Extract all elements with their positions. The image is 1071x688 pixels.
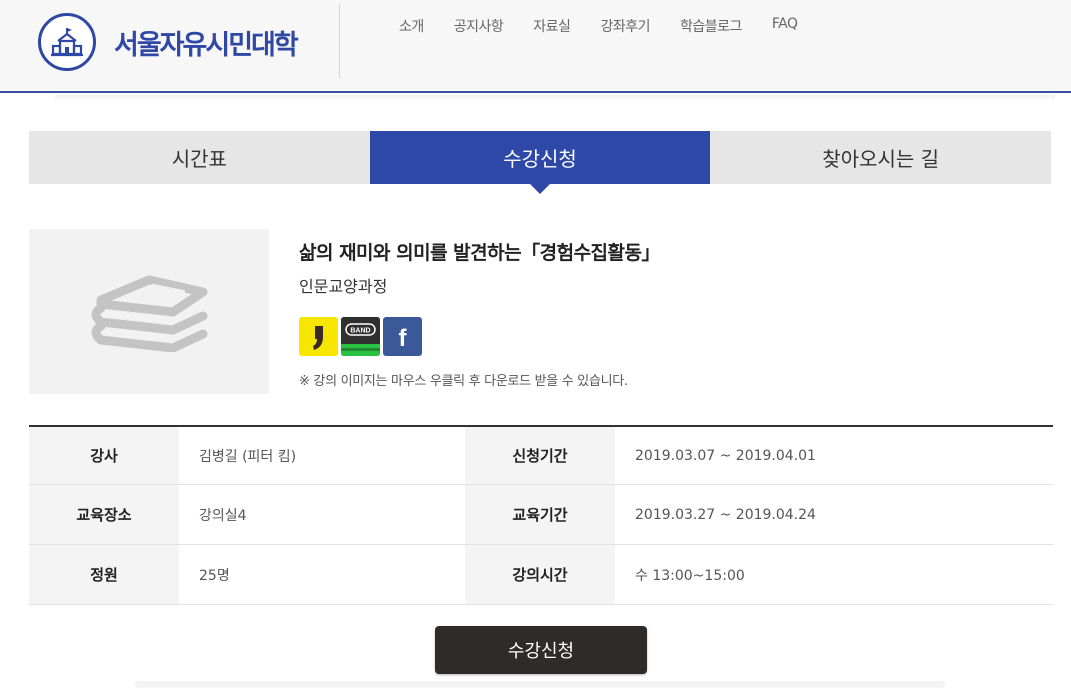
location-label: 교육장소	[29, 485, 179, 544]
location-value: 강의실4	[199, 507, 247, 524]
band-label: BAND	[350, 328, 370, 335]
share-buttons: BAND f	[299, 317, 425, 356]
course-tabs: 시간표 수강신청 찾아오시는 길	[29, 131, 1052, 194]
nav-item-resources[interactable]: 자료실	[533, 16, 571, 36]
footer-shadow	[135, 681, 945, 688]
tab-timetable[interactable]: 시간표	[29, 131, 370, 184]
capacity-value: 25명	[199, 567, 230, 584]
nav-item-blog[interactable]: 학습블로그	[680, 16, 742, 36]
facebook-share-button[interactable]: f	[383, 317, 422, 356]
header-shadow	[55, 95, 1055, 101]
school-building-icon	[38, 13, 96, 71]
books-icon	[91, 275, 208, 352]
course-title: 삶의 재미와 의미를 발견하는「경험수집활동」	[299, 242, 661, 264]
logo-text: 서울자유시민대학	[114, 29, 299, 61]
course-category: 인문교양과정	[299, 277, 388, 296]
band-share-button[interactable]: BAND	[341, 317, 380, 356]
band-icon: BAND	[341, 317, 380, 356]
application-period-value: 2019.03.07 ~ 2019.04.01	[635, 447, 816, 464]
header-divider	[339, 4, 340, 78]
course-thumbnail	[29, 229, 269, 394]
instructor-label: 강사	[29, 427, 179, 484]
education-period-label: 교육기간	[465, 485, 615, 544]
nav-item-about[interactable]: 소개	[399, 16, 424, 36]
image-download-notice: ※ 강의 이미지는 마우스 우클릭 후 다운로드 받을 수 있습니다.	[299, 374, 628, 389]
instructor-value: 김병길 (피터 킴)	[199, 448, 297, 465]
nav-item-reviews[interactable]: 강좌후기	[600, 16, 650, 36]
kakao-story-icon	[313, 326, 323, 350]
facebook-icon: f	[398, 324, 407, 352]
tab-registration[interactable]: 수강신청	[369, 131, 711, 194]
table-row: 정원 25명 강의시간 수 13:00~15:00	[29, 545, 1053, 605]
class-time-label: 강의시간	[465, 545, 615, 604]
site-header: 서울자유시민대학 소개 공지사항 자료실 강좌후기 학습블로그 FAQ	[0, 0, 1071, 93]
nav-item-notice[interactable]: 공지사항	[454, 16, 504, 36]
tab-directions[interactable]: 찾아오시는 길	[710, 131, 1052, 184]
nav-item-faq[interactable]: FAQ	[772, 16, 798, 36]
application-period-label: 신청기간	[465, 427, 615, 484]
capacity-label: 정원	[29, 545, 179, 604]
table-row: 교육장소 강의실4 교육기간 2019.03.27 ~ 2019.04.24	[29, 485, 1053, 545]
register-button[interactable]: 수강신청	[435, 626, 647, 674]
course-info-table: 강사 김병길 (피터 킴) 신청기간 2019.03.07 ~ 2019.04.…	[29, 425, 1053, 605]
site-logo[interactable]: 서울자유시민대학	[38, 13, 299, 71]
kakao-story-share-button[interactable]	[299, 317, 338, 356]
table-row: 강사 김병길 (피터 킴) 신청기간 2019.03.07 ~ 2019.04.…	[29, 425, 1053, 485]
education-period-value: 2019.03.27 ~ 2019.04.24	[635, 506, 816, 523]
main-nav: 소개 공지사항 자료실 강좌후기 학습블로그 FAQ	[399, 16, 828, 36]
class-time-value: 수 13:00~15:00	[635, 567, 745, 584]
